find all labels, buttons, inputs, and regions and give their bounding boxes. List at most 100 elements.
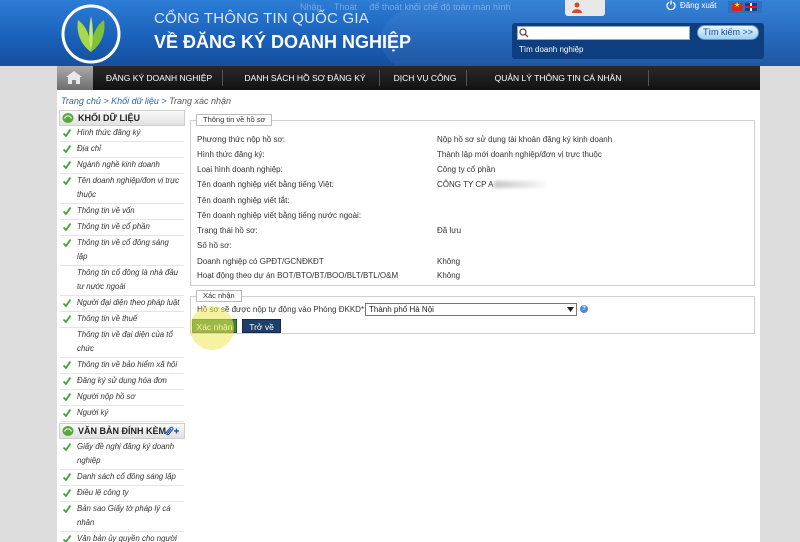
checkmark-icon <box>63 377 71 385</box>
field-label: Tên doanh nghiệp viết bằng tiếng Việt: <box>197 180 334 189</box>
field-label: Hoạt động theo dự án BOT/BTO/BT/BOO/BLT/… <box>197 271 399 280</box>
sidebar-item-label[interactable]: Người đại diện theo pháp luật <box>77 296 185 310</box>
field-label: Loại hình doanh nghiệp: <box>197 165 283 174</box>
nav-divider <box>466 70 467 86</box>
user-menu[interactable] <box>565 0 605 16</box>
field-value: Công ty cổ phần <box>437 165 495 174</box>
sidebar-item-label[interactable]: Hình thức đăng ký <box>77 126 185 140</box>
field-value: Đã lưu <box>437 226 461 235</box>
sidebar-item-label[interactable]: nhân <box>77 516 185 530</box>
field-label: Trạng thái hồ sơ: <box>197 226 258 235</box>
field-value: CÔNG TY CP A <box>437 180 547 189</box>
power-icon[interactable] <box>666 0 676 10</box>
checkmark-icon <box>63 223 71 231</box>
back-button[interactable]: Trở về <box>242 319 281 333</box>
checkmark-icon <box>63 315 71 323</box>
checkmark-icon <box>63 489 71 497</box>
nav-public-services[interactable]: DỊCH VỤ CÔNG <box>386 66 464 90</box>
field-value: Không <box>437 257 460 266</box>
checkmark-icon <box>63 505 71 513</box>
page-margin <box>760 90 800 542</box>
field-value-text: Không <box>437 271 461 280</box>
breadcrumb-separator: > <box>158 96 170 106</box>
sidebar-item-label[interactable]: Điều lệ công ty <box>77 486 185 500</box>
leaf-icon <box>62 426 74 436</box>
sidebar-item-label[interactable]: Địa chỉ <box>77 142 185 156</box>
portal-logo-icon[interactable] <box>60 4 122 64</box>
checkmark-icon <box>63 443 71 451</box>
hint-word-1: Nhập <box>300 2 322 12</box>
sidebar-item-label[interactable]: Đăng ký sử dụng hóa đơn <box>77 374 185 388</box>
chevron-down-icon <box>567 307 574 312</box>
nav-divider <box>379 70 380 86</box>
sidebar-item-label[interactable]: thuộc <box>77 188 185 202</box>
sidebar-item-label[interactable]: Thông tin cổ đông là nhà đầu <box>77 266 185 280</box>
checkmark-icon <box>63 207 71 215</box>
sidebar-item-label[interactable]: Danh sách cổ đông sáng lập <box>77 470 185 484</box>
checkmark-icon <box>63 393 71 401</box>
checkmark-icon <box>63 535 71 542</box>
sidebar-item-label[interactable]: tư nước ngoài <box>77 280 185 294</box>
checkmark-icon <box>63 177 71 185</box>
sidebar-item-label[interactable]: Giấy đề nghị đăng ký doanh <box>77 440 185 454</box>
sidebar-item-label[interactable]: Người ký <box>77 406 185 420</box>
field-value-text: Công ty cổ phần <box>437 165 496 174</box>
sidebar-item-label[interactable]: Thông tin về thuế <box>77 312 185 326</box>
sidebar-item-label[interactable]: Người nộp hồ sơ <box>77 390 185 404</box>
sidebar-item-label[interactable]: Thông tin về vốn <box>77 204 185 218</box>
confirm-panel-title: Xác nhận <box>196 290 242 302</box>
logout-link[interactable]: Đăng xuất <box>680 1 716 10</box>
breadcrumb-separator: > <box>100 96 112 106</box>
search-button[interactable]: Tìm kiếm >> <box>697 25 759 40</box>
sidebar-item-label[interactable]: Thông tin về bảo hiểm xã hội <box>77 358 185 372</box>
sidebar-item-label[interactable]: nghiệp <box>77 454 185 468</box>
find-business-link[interactable]: Tìm doanh nghiệp <box>519 45 584 54</box>
sidebar-item-label[interactable]: Thông tin về đại diện của tổ <box>77 328 185 342</box>
sidebar-item-label[interactable]: Thông tin về cổ đông sáng <box>77 236 185 250</box>
sidebar-item-label[interactable]: Ngành nghề kinh doanh <box>77 158 185 172</box>
nav-personal-info[interactable]: QUẢN LÝ THÔNG TIN CÁ NHÂN <box>474 66 642 90</box>
field-label: Doanh nghiệp có GPĐT/GCNĐKĐT <box>197 257 324 266</box>
nav-business-registration[interactable]: ĐĂNG KÝ DOANH NGHIỆP <box>100 66 218 90</box>
sidebar-item-label[interactable]: lập <box>77 250 185 264</box>
home-icon <box>66 71 82 84</box>
registration-office-select[interactable]: Thành phố Hà Nội <box>365 303 577 316</box>
sidebar-item-label[interactable]: Bản sao Giấy tờ pháp lý cá <box>77 502 185 516</box>
checkmark-icon <box>63 473 71 481</box>
field-value-text: Đã lưu <box>437 226 462 235</box>
checkmark-icon <box>63 161 71 169</box>
hint-text: để thoát khỏi chế độ toàn màn hình <box>369 2 511 12</box>
field-value-text: CÔNG TY CP A <box>437 180 494 189</box>
data-blocks-title: KHỐI DỮ LIỆU <box>78 113 140 123</box>
portal-title-line1: CỔNG THÔNG TIN QUỐC GIA <box>154 10 369 27</box>
field-label: Hình thức đăng ký: <box>197 150 265 159</box>
field-value: Không <box>437 271 460 280</box>
portal-title-line2: VỀ ĐĂNG KÝ DOANH NGHIỆP <box>154 32 412 52</box>
sidebar-item-label[interactable]: Tên doanh nghiệp/đơn vị trực <box>77 174 185 188</box>
fullscreen-hint: Nhập Thoát để thoát khỏi chế độ toàn màn… <box>300 2 521 12</box>
vietnam-flag-icon[interactable] <box>732 1 742 11</box>
checkmark-icon <box>63 129 71 137</box>
field-value-text: Nộp hồ sơ sử dụng tài khoản đăng ký kinh… <box>437 135 613 144</box>
checkmark-icon <box>63 409 71 417</box>
field-value-text: Thành lập mới doanh nghiệp/đơn vị trực t… <box>437 150 602 159</box>
uk-flag-icon[interactable] <box>745 3 757 11</box>
breadcrumb-home[interactable]: Trang chủ <box>61 96 101 106</box>
nav-divider <box>648 70 649 86</box>
help-icon[interactable]: ? <box>580 305 588 313</box>
field-label: Tên doanh nghiệp viết tắt: <box>197 196 290 205</box>
user-icon <box>572 2 582 13</box>
paperclip-add-icon[interactable] <box>163 425 179 437</box>
field-label: Số hồ sơ: <box>197 241 232 250</box>
confirm-button[interactable]: Xác nhận <box>192 319 237 333</box>
nav-registration-list[interactable]: DANH SÁCH HỒ SƠ ĐĂNG KÝ <box>232 66 378 90</box>
breadcrumb: Trang chủ > Khối dữ liệu > Trang xác nhậ… <box>61 96 231 106</box>
sidebar-item-label[interactable]: Văn bản ủy quyền cho người <box>77 532 185 542</box>
nav-divider <box>222 70 223 86</box>
field-value: Nộp hồ sơ sử dụng tài khoản đăng ký kinh… <box>437 135 612 144</box>
breadcrumb-data-blocks[interactable]: Khối dữ liệu <box>111 96 159 106</box>
search-input[interactable] <box>517 26 690 40</box>
attachments-title: VĂN BẢN ĐÍNH KÈM <box>78 426 167 436</box>
sidebar-item-label[interactable]: Thông tin về cổ phần <box>77 220 185 234</box>
sidebar-item-label[interactable]: chức <box>77 342 185 356</box>
